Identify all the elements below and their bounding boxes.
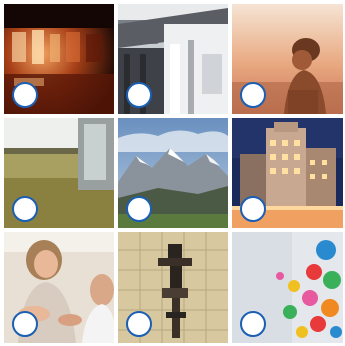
select-checkbox[interactable] xyxy=(126,82,152,108)
image-tile-9[interactable] xyxy=(232,232,343,343)
image-tile-5[interactable] xyxy=(118,118,228,228)
select-checkbox[interactable] xyxy=(12,196,38,222)
image-tile-6[interactable] xyxy=(232,118,343,228)
image-grid xyxy=(4,4,343,343)
image-tile-3[interactable] xyxy=(232,4,343,114)
image-tile-7[interactable] xyxy=(4,232,114,343)
select-checkbox[interactable] xyxy=(240,311,266,337)
select-checkbox[interactable] xyxy=(126,196,152,222)
image-tile-4[interactable] xyxy=(4,118,114,228)
select-checkbox[interactable] xyxy=(12,311,38,337)
image-tile-8[interactable] xyxy=(118,232,228,343)
image-tile-1[interactable] xyxy=(4,4,114,114)
image-tile-2[interactable] xyxy=(118,4,228,114)
select-checkbox[interactable] xyxy=(12,82,38,108)
select-checkbox[interactable] xyxy=(240,82,266,108)
select-checkbox[interactable] xyxy=(126,311,152,337)
select-checkbox[interactable] xyxy=(240,196,266,222)
